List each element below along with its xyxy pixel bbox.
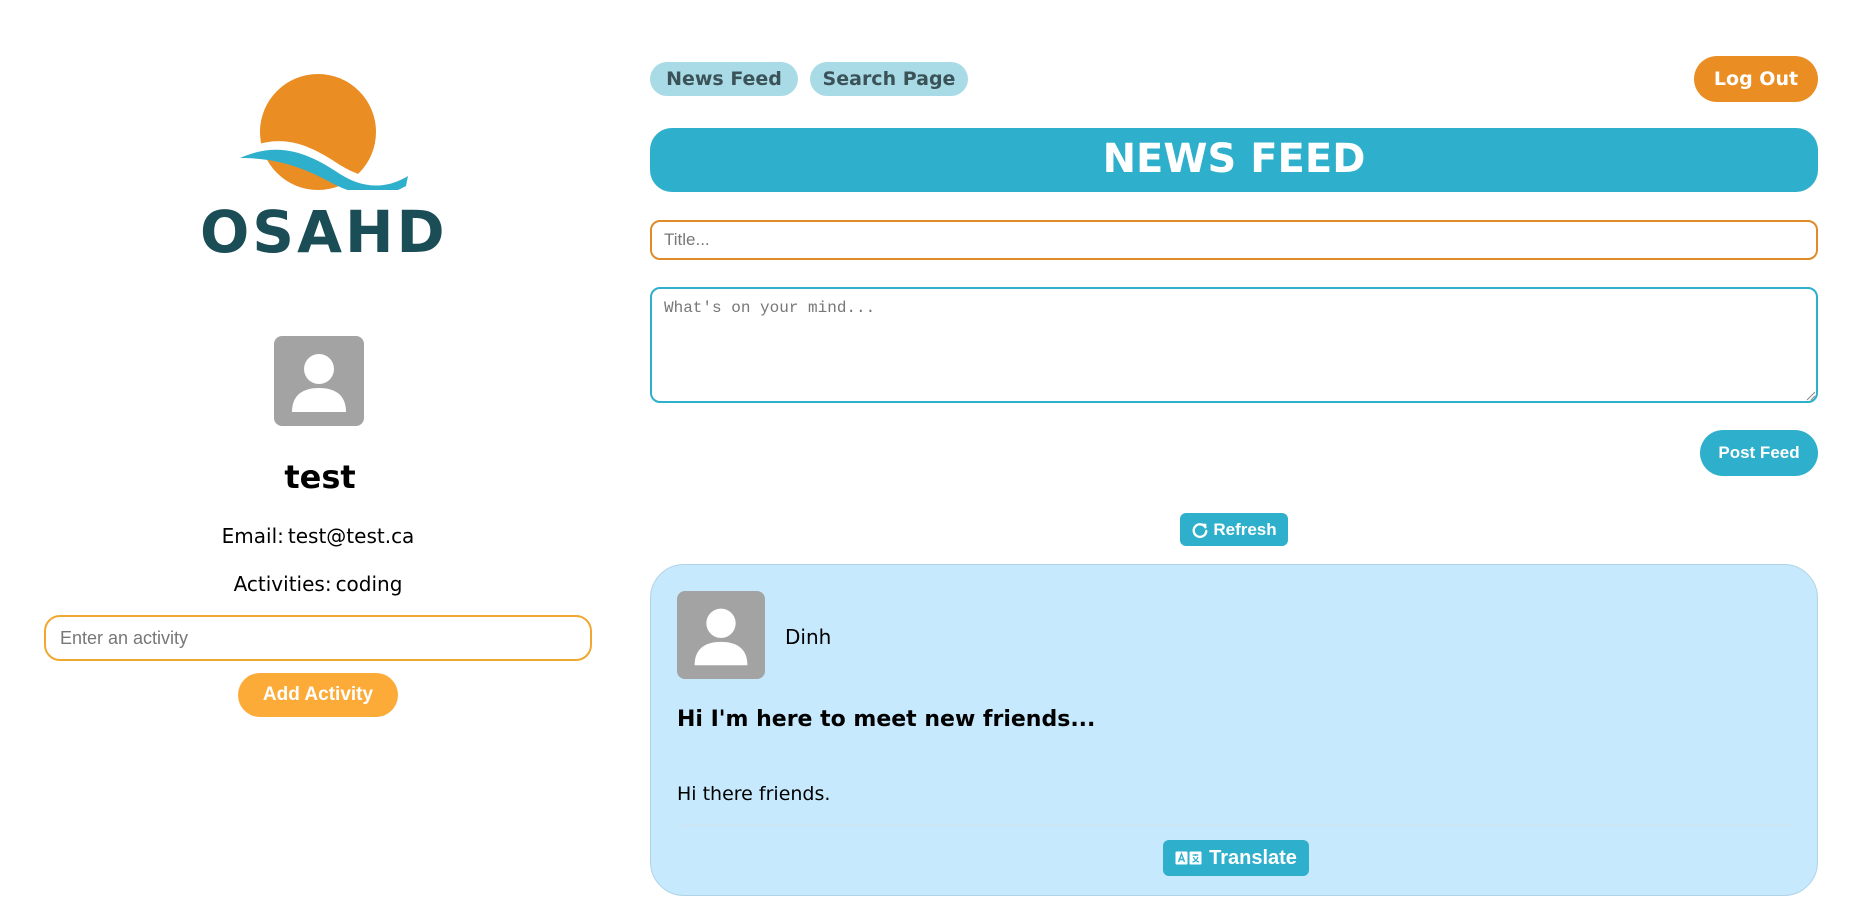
translate-button[interactable]: Translate [1163, 840, 1309, 876]
post-divider [677, 825, 1793, 826]
tab-news-feed[interactable]: News Feed [650, 62, 798, 96]
activities-label: Activities: [233, 572, 332, 596]
profile-sidebar: OSAHD test Email: test@test.ca Activities… [0, 0, 640, 910]
profile-activities: Activities: coding [0, 572, 640, 596]
translate-label: Translate [1209, 846, 1297, 869]
user-avatar-icon [694, 608, 748, 666]
email-value: test@test.ca [287, 524, 415, 548]
sun-wave-logo-icon [240, 74, 410, 190]
post-feed-button[interactable]: Post Feed [1700, 430, 1818, 476]
activity-input[interactable] [44, 615, 592, 661]
post-card: Dinh Hi I'm here to meet new friends... … [650, 564, 1818, 896]
profile-avatar [274, 336, 364, 426]
profile-username: test [284, 458, 356, 496]
refresh-button[interactable]: Refresh [1180, 513, 1288, 546]
osahd-logo: OSAHD [200, 70, 448, 270]
post-body: Hi there friends. [677, 783, 831, 805]
refresh-label: Refresh [1213, 519, 1277, 539]
page-title: NEWS FEED [650, 128, 1818, 192]
post-author: Dinh [785, 625, 832, 649]
refresh-icon [1192, 522, 1208, 538]
post-author-avatar [677, 591, 765, 679]
post-title-input[interactable] [650, 220, 1818, 260]
post-body-input[interactable] [650, 287, 1818, 403]
post-title: Hi I'm here to meet new friends... [677, 707, 1096, 732]
logo-text: OSAHD [200, 198, 448, 266]
translate-icon [1175, 851, 1202, 865]
tab-search-page[interactable]: Search Page [810, 62, 968, 96]
user-avatar-icon [292, 354, 346, 412]
logout-button[interactable]: Log Out [1694, 56, 1818, 102]
email-label: Email: [221, 524, 284, 548]
add-activity-button[interactable]: Add Activity [238, 673, 398, 717]
activities-value: coding [335, 572, 403, 596]
profile-email: Email: test@test.ca [0, 524, 640, 548]
resize-handle-icon[interactable] [1806, 391, 1816, 401]
